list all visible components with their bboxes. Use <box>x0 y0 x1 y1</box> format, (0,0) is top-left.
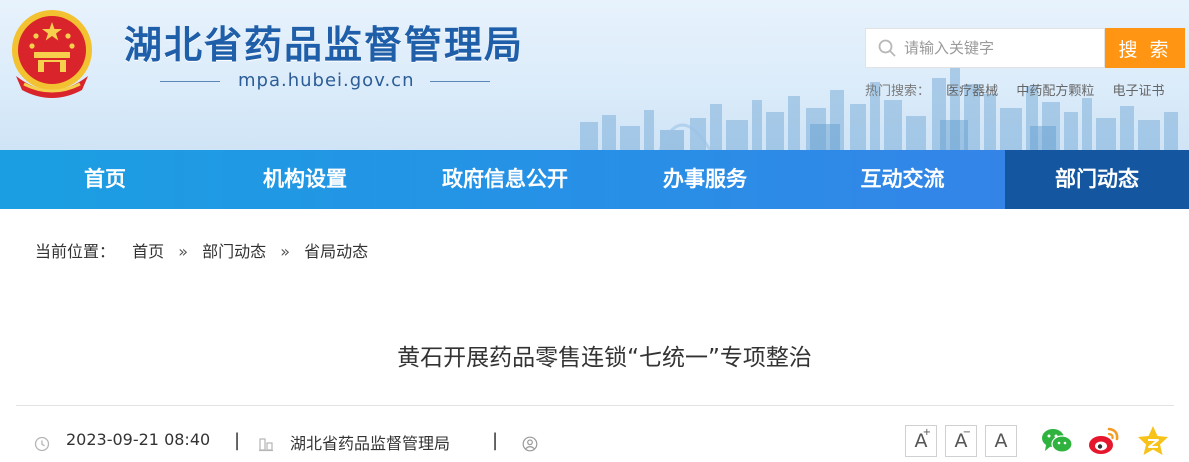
breadcrumb-separator: » <box>280 242 291 261</box>
hot-search-label: 热门搜索： <box>865 84 931 99</box>
font-increase-button[interactable]: A + <box>905 425 937 457</box>
meta-separator: | <box>234 430 241 451</box>
article-source: 湖北省药品监督管理局 <box>290 434 451 453</box>
national-emblem-icon <box>12 10 92 98</box>
author-icon <box>522 436 538 452</box>
breadcrumb-label: 当前位置： <box>35 242 116 261</box>
nav-item-interaction[interactable]: 互动交流 <box>800 150 1005 209</box>
site-domain: mpa.hubei.gov.cn <box>160 70 490 92</box>
font-reset-label: A <box>994 430 1008 452</box>
font-reset-button[interactable]: A <box>985 425 1017 457</box>
hot-search-item[interactable]: 电子证书 <box>1112 80 1164 99</box>
source-icon <box>259 438 273 452</box>
meta-separator: | <box>492 430 499 451</box>
search-box <box>865 28 1105 68</box>
header-banner: 湖北省药品监督管理局 mpa.hubei.gov.cn 搜 索 热门搜索： 医疗… <box>0 0 1189 150</box>
title-divider <box>16 405 1174 406</box>
search-input[interactable] <box>904 29 1100 67</box>
breadcrumb: 当前位置： 首页 » 部门动态 » 省局动态 <box>35 238 368 262</box>
breadcrumb-item-department-news[interactable]: 部门动态 <box>202 238 266 262</box>
search-icon <box>878 39 896 57</box>
city-skyline-image <box>580 66 1178 150</box>
article-datetime: 2023-09-21 08:40 <box>66 430 211 449</box>
breadcrumb-separator: » <box>178 242 189 261</box>
main-nav: 首页 机构设置 政府信息公开 办事服务 互动交流 部门动态 <box>0 150 1189 209</box>
nav-item-organization[interactable]: 机构设置 <box>210 150 400 209</box>
nav-item-services[interactable]: 办事服务 <box>610 150 800 209</box>
hot-search-item[interactable]: 中药配方颗粒 <box>1016 80 1094 99</box>
site-title[interactable]: 湖北省药品监督管理局 <box>124 14 524 69</box>
domain-line-right <box>430 81 490 82</box>
breadcrumb-item-home[interactable]: 首页 <box>132 238 164 262</box>
search-button[interactable]: 搜 索 <box>1105 28 1185 68</box>
nav-item-department-news[interactable]: 部门动态 <box>1005 150 1189 209</box>
hot-search: 热门搜索： 医疗器械 中药配方颗粒 电子证书 <box>865 80 1185 99</box>
clock-icon <box>34 436 50 452</box>
nav-item-home[interactable]: 首页 <box>0 150 210 209</box>
qzone-icon[interactable] <box>1136 424 1170 458</box>
nav-item-gov-info[interactable]: 政府信息公开 <box>400 150 610 209</box>
domain-line-left <box>160 81 220 82</box>
breadcrumb-item-bureau-news[interactable]: 省局动态 <box>304 238 368 262</box>
font-decrease-button[interactable]: A − <box>945 425 977 457</box>
article-meta: 2023-09-21 08:40 | 湖北省药品监督管理局 | <box>34 430 594 458</box>
article-title: 黄石开展药品零售连锁“七统一”专项整治 <box>397 345 812 371</box>
hot-search-item[interactable]: 医疗器械 <box>946 80 998 99</box>
domain-text: mpa.hubei.gov.cn <box>238 70 415 91</box>
wechat-icon[interactable] <box>1040 424 1074 458</box>
weibo-icon[interactable] <box>1087 424 1121 458</box>
